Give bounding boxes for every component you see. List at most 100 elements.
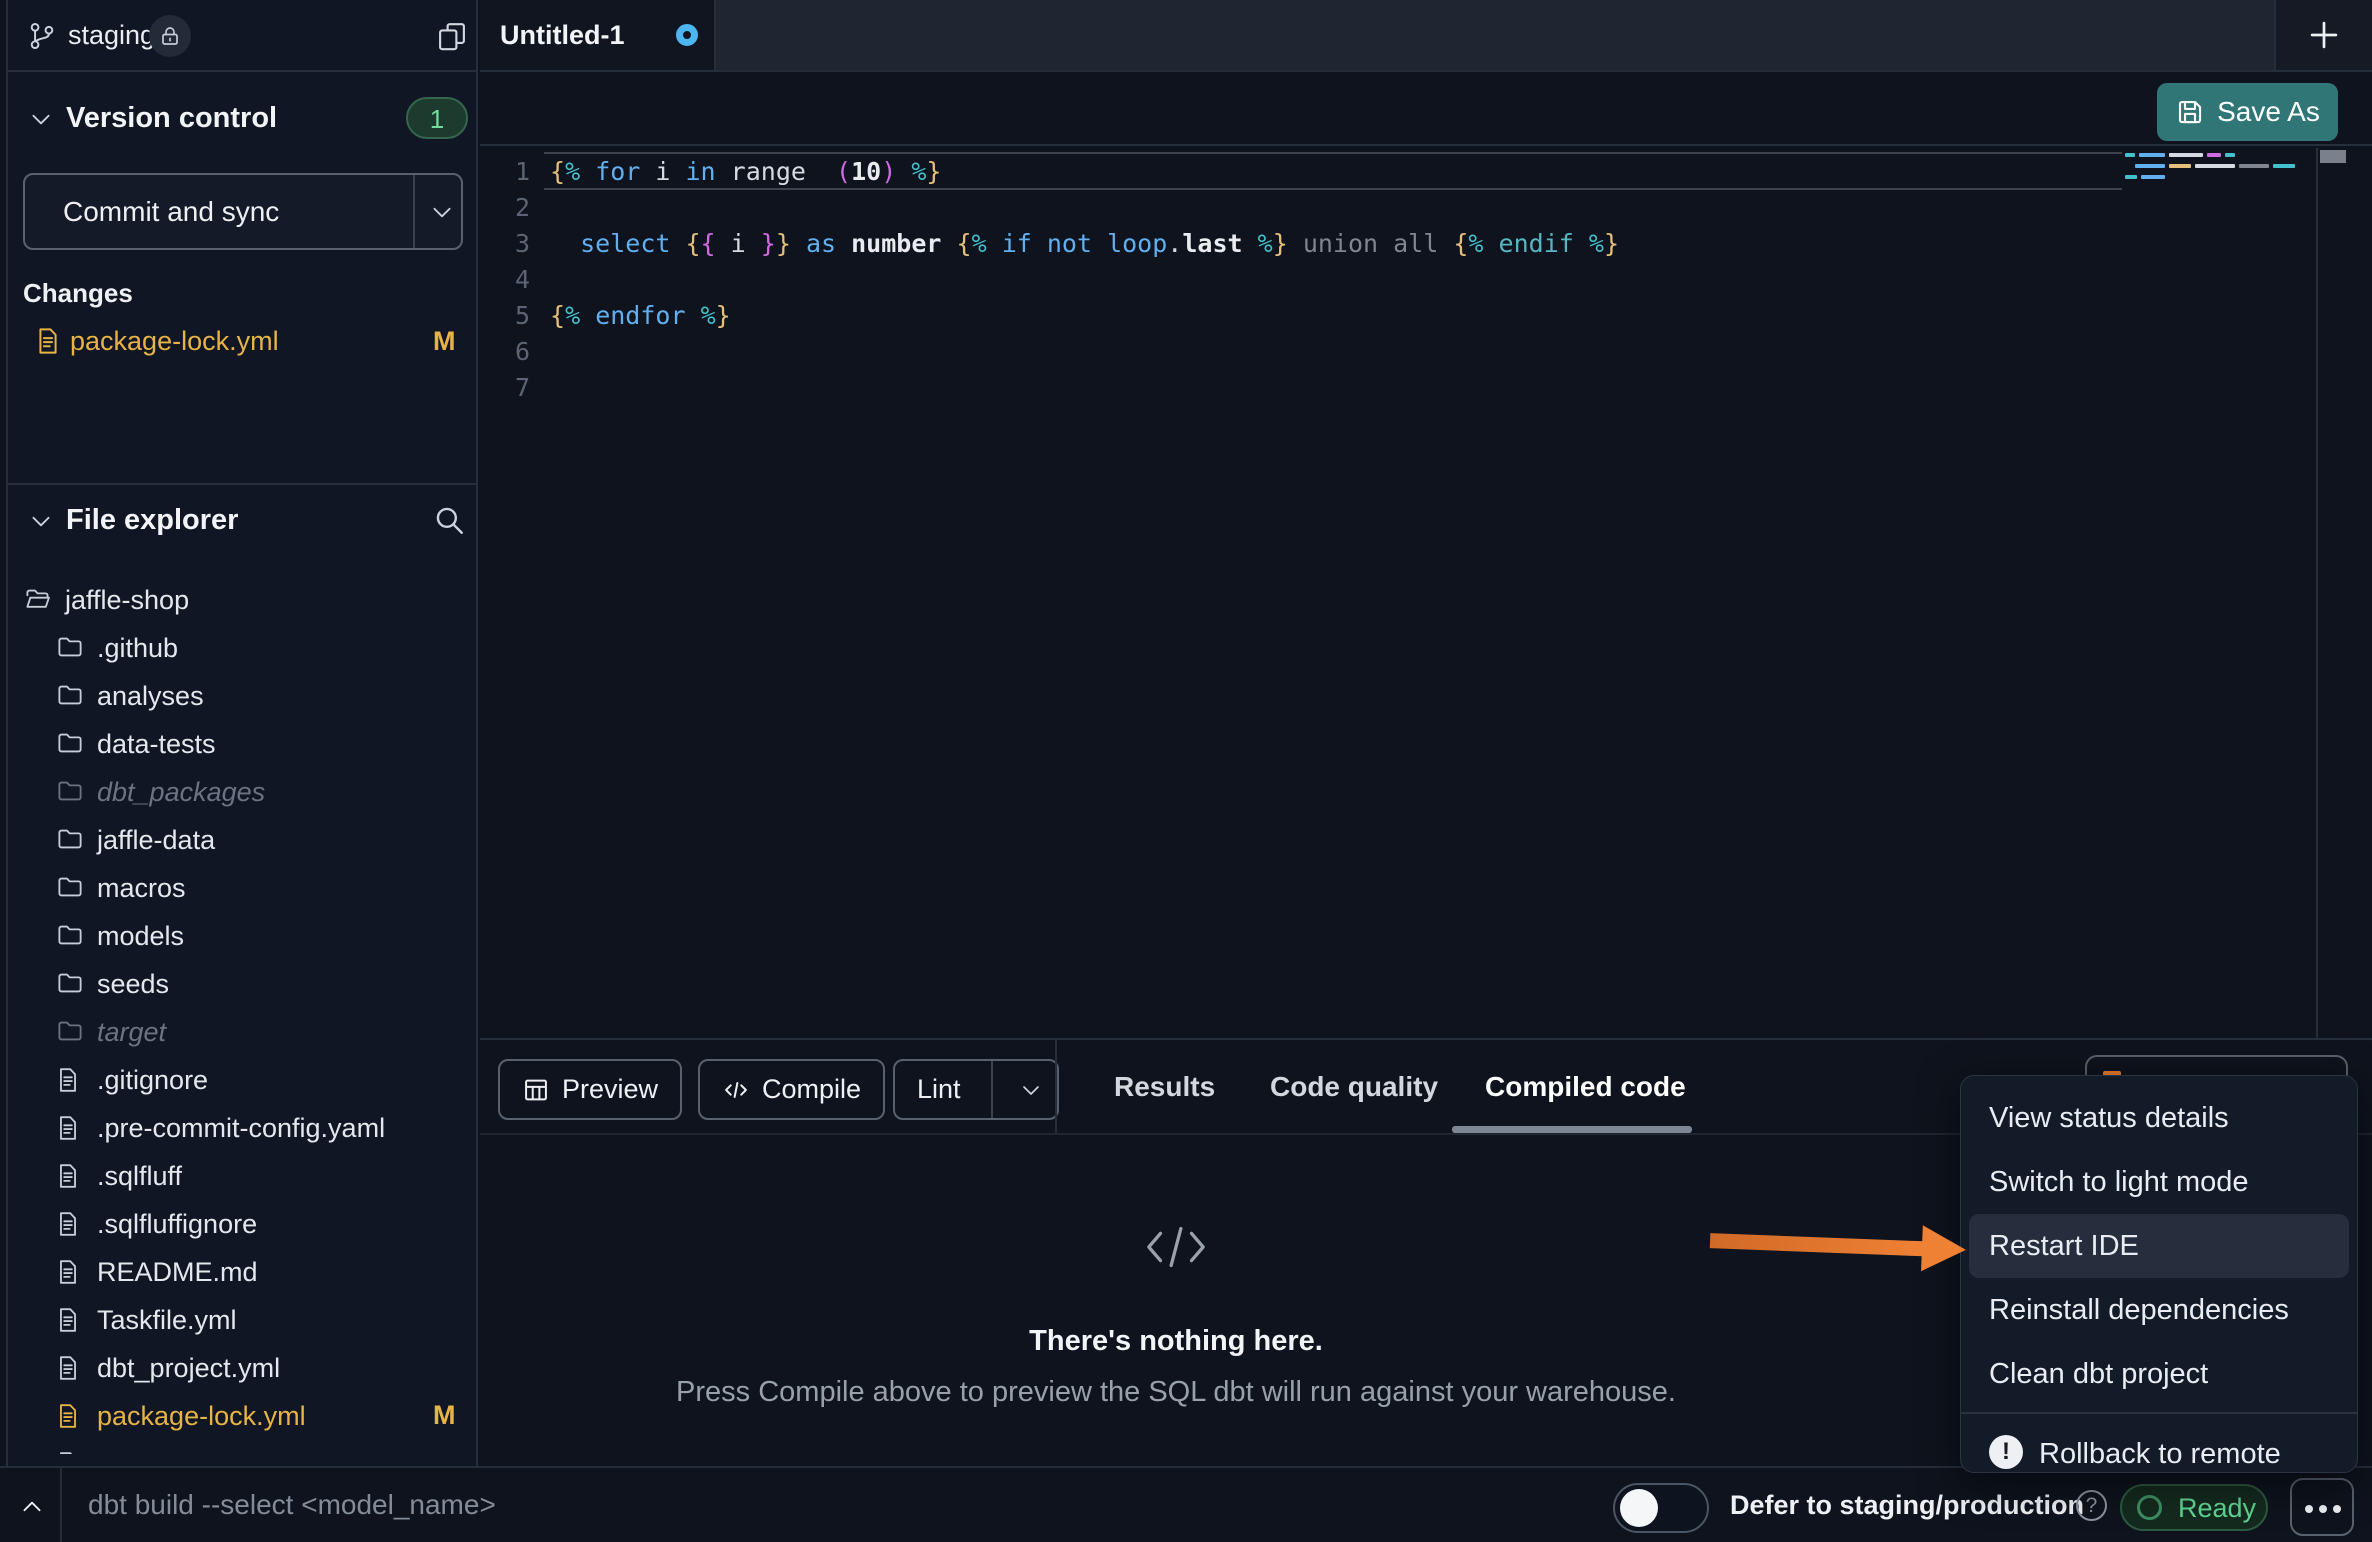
folder-icon <box>57 923 83 947</box>
menu-divider <box>1961 1412 2357 1414</box>
tree-item-label: .pre-commit-config.yaml <box>97 1104 385 1152</box>
button-divider <box>991 1061 993 1118</box>
preview-button[interactable]: Preview <box>498 1059 682 1120</box>
line-number: 2 <box>480 190 530 226</box>
folder-icon <box>57 971 83 995</box>
commit-and-sync-button[interactable]: Commit and sync <box>23 173 463 250</box>
code-line: {% endfor %} <box>550 298 731 334</box>
changed-file-row[interactable]: package-lock.yml M <box>8 318 478 364</box>
status-ring-icon <box>2137 1495 2162 1520</box>
annotation-arrow <box>1709 1217 1967 1273</box>
menu-item-restart-ide[interactable]: Restart IDE <box>1969 1214 2349 1278</box>
tree-item-folder[interactable]: target <box>8 1008 478 1056</box>
tree-item-folder[interactable]: seeds <box>8 960 478 1008</box>
dbt-cloud-ide: staging Version control 1 Commit and syn… <box>0 0 2372 1542</box>
file-search-button[interactable] <box>432 503 468 539</box>
tree-item-label: dbt_project.yml <box>97 1344 280 1392</box>
chevron-down-icon <box>28 106 54 132</box>
folder-open-icon <box>25 587 51 611</box>
tree-item-label: .sqlfluffignore <box>97 1200 257 1248</box>
file-explorer-header[interactable]: File explorer <box>8 497 476 543</box>
table-icon <box>522 1076 550 1104</box>
tree-item-label: models <box>97 912 184 960</box>
compile-label: Compile <box>762 1074 861 1105</box>
sidebar: staging Version control 1 Commit and syn… <box>8 0 478 1466</box>
tree-item-file[interactable]: .sqlfluffignore <box>8 1200 478 1248</box>
line-number: 1 <box>480 154 530 190</box>
empty-state-subtitle: Press Compile above to preview the SQL d… <box>480 1376 1872 1409</box>
command-input[interactable]: dbt build --select <model_name> <box>88 1468 496 1542</box>
tree-item-file[interactable]: Taskfile.yml <box>8 1296 478 1344</box>
tree-item-file-modified[interactable]: package-lock.yml M <box>8 1392 478 1440</box>
chevron-down-icon <box>28 508 54 534</box>
menu-item-view-status-details[interactable]: View status details <box>1961 1086 2357 1150</box>
tree-item-file[interactable]: dbt_project.yml <box>8 1344 478 1392</box>
file-explorer-title: File explorer <box>66 497 238 543</box>
changes-count-badge: 1 <box>406 97 468 139</box>
empty-state: There's nothing here. Press Compile abov… <box>480 1135 1872 1409</box>
lock-icon <box>158 24 182 48</box>
tree-item-label: dbt_packages <box>97 768 265 816</box>
folder-icon <box>57 731 83 755</box>
overflow-menu-button[interactable] <box>2290 1478 2354 1536</box>
tab-code-quality[interactable]: Code quality <box>1270 1040 1438 1133</box>
tree-item-folder[interactable]: dbt_packages <box>8 768 478 816</box>
tree-item-file[interactable]: .sqlfluff <box>8 1152 478 1200</box>
menu-item-clean-dbt-project[interactable]: Clean dbt project <box>1961 1342 2357 1406</box>
tree-item-folder[interactable]: jaffle-data <box>8 816 478 864</box>
active-tab-underline <box>1452 1126 1692 1133</box>
file-icon <box>57 1115 79 1141</box>
new-tab-button[interactable] <box>2276 0 2372 70</box>
save-as-button[interactable]: Save As <box>2157 83 2338 141</box>
preview-label: Preview <box>562 1074 658 1105</box>
tab-compiled-code[interactable]: Compiled code <box>1485 1040 1686 1133</box>
unsaved-changes-dot[interactable] <box>676 24 698 46</box>
folder-icon <box>57 635 83 659</box>
branch-readonly-badge <box>149 15 191 57</box>
tree-item-file[interactable]: .pre-commit-config.yaml <box>8 1104 478 1152</box>
chevron-down-icon[interactable] <box>1019 1078 1043 1102</box>
sidebar-divider <box>8 483 478 485</box>
tree-item-folder[interactable]: analyses <box>8 672 478 720</box>
button-divider <box>413 175 415 248</box>
editor-scrollbar[interactable] <box>2316 148 2344 1038</box>
file-icon <box>57 1355 79 1381</box>
tab-untitled-1[interactable]: Untitled-1 <box>480 0 716 70</box>
ready-status-pill[interactable]: Ready <box>2120 1484 2268 1531</box>
tree-item-label: .sqlfluff <box>97 1152 182 1200</box>
version-control-header[interactable]: Version control 1 <box>8 95 476 141</box>
toggle-knob <box>1620 1489 1658 1527</box>
expand-command-bar-button[interactable] <box>0 1468 62 1542</box>
tree-item-folder[interactable]: .github <box>8 624 478 672</box>
help-icon[interactable]: ? <box>2076 1490 2107 1521</box>
tree-item-label: .gitignore <box>97 1056 208 1104</box>
line-number: 7 <box>480 370 530 406</box>
tree-item-file[interactable]: README.md <box>8 1248 478 1296</box>
tree-item-folder[interactable]: jaffle-shop <box>8 576 478 624</box>
chevron-down-icon[interactable] <box>429 199 455 225</box>
modified-badge: M <box>433 1392 456 1438</box>
menu-item-rollback-to-remote[interactable]: !Rollback to remote <box>1961 1422 2357 1486</box>
compile-button[interactable]: Compile <box>698 1059 885 1120</box>
commit-and-sync-label: Commit and sync <box>63 175 279 248</box>
scrollbar-thumb[interactable] <box>2320 150 2346 163</box>
menu-item-switch-to-light-mode[interactable]: Switch to light mode <box>1961 1150 2357 1214</box>
defer-toggle[interactable] <box>1613 1483 1709 1533</box>
tree-item-folder[interactable]: macros <box>8 864 478 912</box>
tree-item-label: README.md <box>97 1248 258 1296</box>
lint-button[interactable]: Lint <box>893 1059 1059 1120</box>
copy-branch-button[interactable] <box>430 14 474 58</box>
window-left-edge <box>0 0 8 1466</box>
copy-icon <box>437 21 467 51</box>
tab-title: Untitled-1 <box>500 0 625 70</box>
tab-results[interactable]: Results <box>1114 1040 1215 1133</box>
code-editor[interactable]: 1 2 3 4 5 6 7 {% for i in range (10) %} … <box>480 148 2344 1038</box>
tree-item-folder[interactable]: data-tests <box>8 720 478 768</box>
tree-item-label: Taskfile.yml <box>97 1296 237 1344</box>
tree-item-file[interactable]: .gitignore <box>8 1056 478 1104</box>
folder-icon <box>57 779 83 803</box>
menu-item-reinstall-dependencies[interactable]: Reinstall dependencies <box>1961 1278 2357 1342</box>
tree-item-folder[interactable]: models <box>8 912 478 960</box>
search-icon <box>432 503 466 537</box>
toolbar-divider <box>1055 1040 1057 1133</box>
